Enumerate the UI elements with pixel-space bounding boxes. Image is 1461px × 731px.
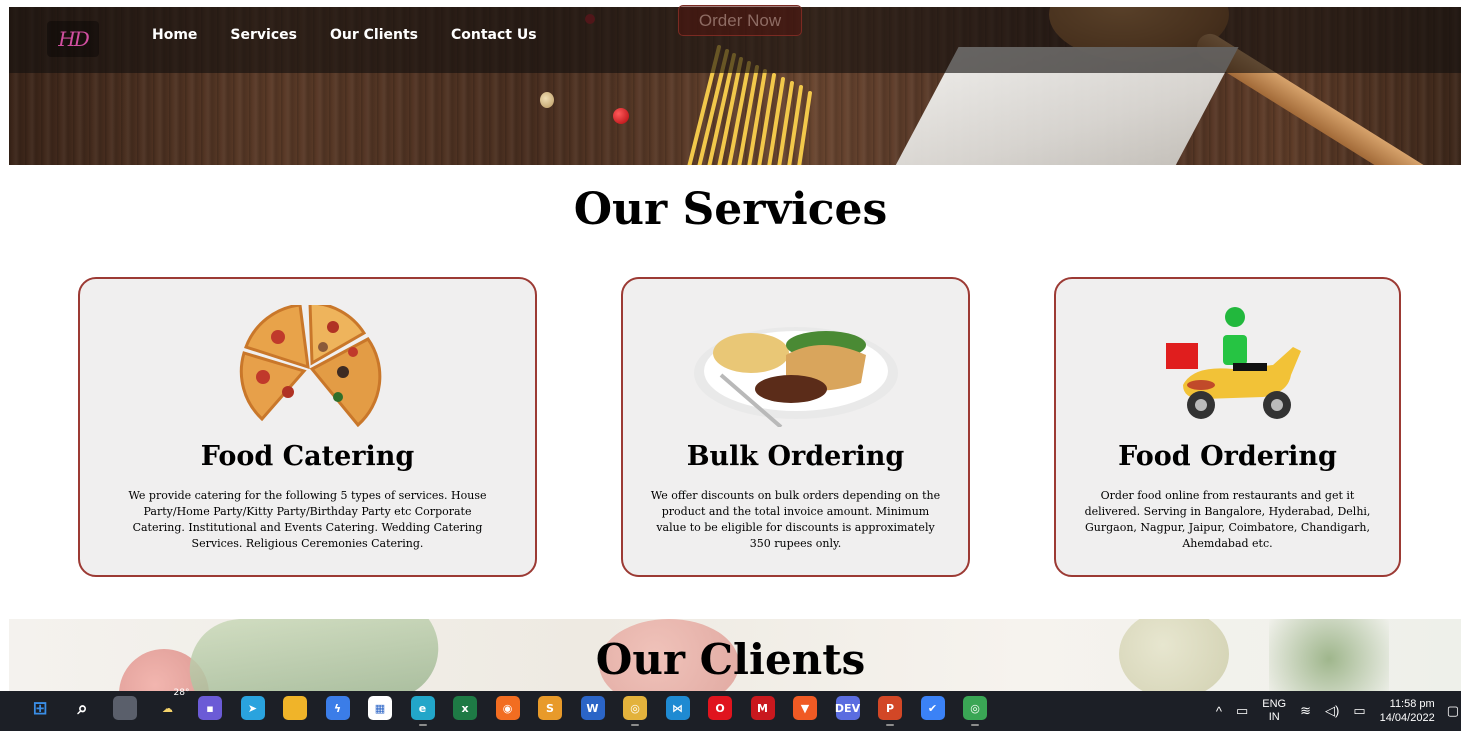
chrome-icon[interactable]: ◎	[963, 696, 987, 726]
file-explorer-icon[interactable]	[283, 696, 307, 720]
telegram-icon[interactable]: ➤	[240, 696, 265, 720]
delivery-scooter-image	[1165, 307, 1301, 419]
sublime-icon[interactable]: S	[538, 696, 562, 720]
wifi-icon[interactable]: ≋	[1300, 703, 1311, 719]
order-now-button[interactable]: Order Now	[678, 5, 802, 36]
excel-icon[interactable]: x	[453, 696, 477, 720]
vscode-icon[interactable]: ⋈	[665, 696, 690, 720]
search-icon[interactable]: ⌕	[71, 696, 95, 720]
dev-icon[interactable]: DEV	[835, 696, 860, 720]
region-code: IN	[1268, 711, 1280, 723]
card-description: We provide catering for the following 5 …	[128, 489, 487, 550]
notification-icon[interactable]: ▢	[1447, 703, 1459, 719]
nav-links: Home Services Our Clients Contact Us	[152, 27, 570, 43]
volume-icon[interactable]: ◁)	[1325, 703, 1339, 719]
brave-icon[interactable]: ▼	[793, 696, 817, 720]
windows-taskbar: ⊞ ⌕ ☁ 28° ▪ ➤ ϟ ▦ e x ◉ S W ◎ ⋈ O M ▼ DEV P ✔ ◎ ^ ▭ ENG IN ≋ …	[0, 688, 1461, 731]
battery-icon[interactable]: ▭	[1353, 703, 1365, 719]
card-title: Food Catering	[200, 441, 415, 472]
card-description: We offer discounts on bulk orders depend…	[650, 489, 941, 550]
system-tray: ^ ▭ ENG IN ≋ ◁) ▭ 11:58 pm 14/04/2022 ▢	[1216, 691, 1461, 731]
clock-date: 14/04/2022	[1379, 712, 1435, 724]
nav-contact-link[interactable]: Contact Us	[451, 27, 537, 43]
clock-time: 11:58 pm	[1389, 698, 1435, 710]
edge-icon[interactable]: e	[410, 696, 435, 726]
chat-icon[interactable]: ▪	[198, 696, 222, 720]
nav-services-link[interactable]: Services	[230, 27, 297, 43]
site-logo[interactable]: HD	[47, 21, 99, 57]
power-automate-icon[interactable]: ϟ	[325, 696, 350, 720]
meal-plate-image	[693, 327, 898, 427]
keyboard-icon[interactable]: ▭	[1236, 703, 1248, 719]
taskbar-apps: ⊞ ⌕ ☁ 28° ▪ ➤ ϟ ▦ e x ◉ S W ◎ ⋈ O M ▼ DEV P ✔ ◎	[28, 688, 1006, 726]
service-card-food-catering: Food Catering We provide catering for th…	[78, 277, 537, 577]
clock[interactable]: 11:58 pm 14/04/2022	[1380, 697, 1435, 725]
language-code: ENG	[1262, 698, 1287, 710]
browser-page: HD Home Services Our Clients Contact Us …	[0, 0, 1461, 691]
weather-icon[interactable]: ☁ 28°	[156, 688, 190, 720]
todo-icon[interactable]: ✔	[920, 696, 945, 720]
nav-home-link[interactable]: Home	[152, 27, 197, 43]
task-view-icon[interactable]	[113, 696, 137, 720]
powerpoint-icon[interactable]: P	[878, 696, 902, 726]
mcafee-icon[interactable]: M	[750, 696, 775, 720]
store-icon[interactable]: ▦	[368, 696, 392, 720]
firefox-icon[interactable]: ◉	[495, 696, 520, 720]
navbar: HD Home Services Our Clients Contact Us …	[9, 5, 1461, 73]
clients-heading: Our Clients	[595, 635, 866, 684]
service-card-food-ordering: Food Ordering Order food online from res…	[1054, 277, 1401, 577]
opera-icon[interactable]: O	[708, 696, 732, 720]
start-icon[interactable]: ⊞	[28, 696, 52, 720]
word-icon[interactable]: W	[580, 696, 605, 720]
card-title: Bulk Ordering	[686, 441, 905, 472]
peppercorn-image	[613, 108, 629, 124]
weather-temperature: 28°	[173, 688, 190, 698]
seed-image	[540, 92, 554, 108]
language-indicator[interactable]: ENG IN	[1262, 698, 1286, 724]
nav-clients-link[interactable]: Our Clients	[330, 27, 418, 43]
card-title: Food Ordering	[1118, 441, 1337, 472]
services-heading: Our Services	[573, 184, 888, 235]
chrome-canary-icon[interactable]: ◎	[623, 696, 647, 726]
card-description: Order food online from restaurants and g…	[1084, 489, 1371, 550]
show-hidden-icons-chevron-icon[interactable]: ^	[1216, 704, 1222, 719]
service-card-bulk-ordering: Bulk Ordering We offer discounts on bulk…	[621, 277, 970, 577]
pizza-image	[239, 305, 381, 427]
